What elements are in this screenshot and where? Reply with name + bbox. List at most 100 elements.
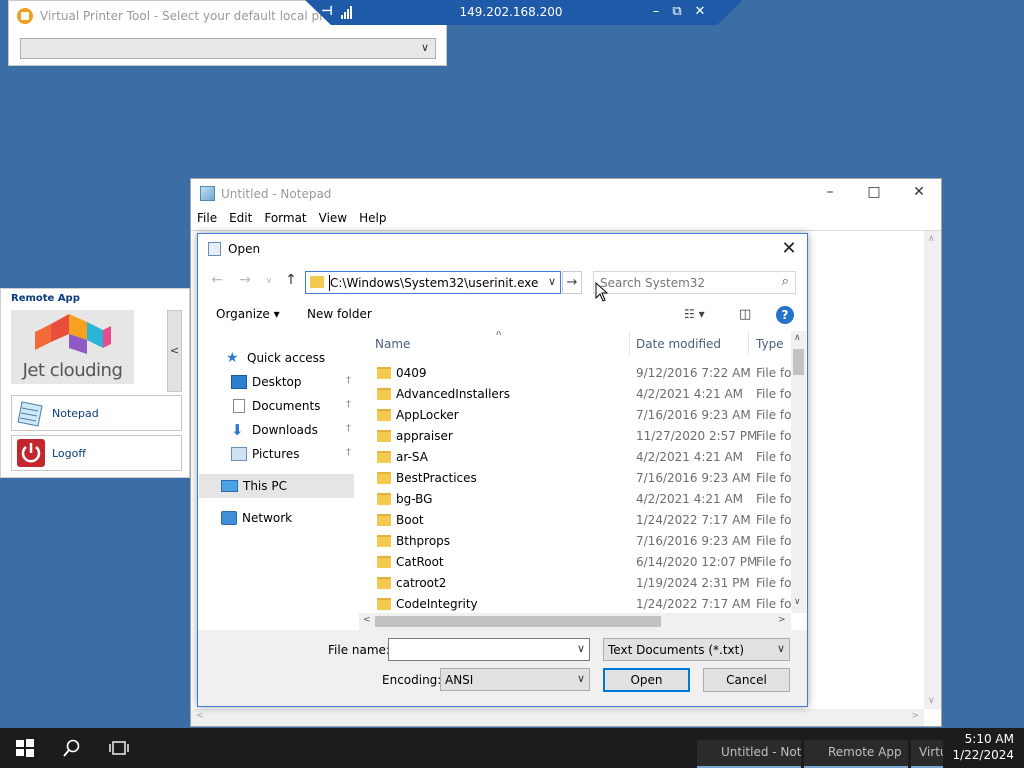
scroll-left-icon[interactable]: < (196, 711, 204, 721)
network-icon (221, 511, 237, 525)
new-folder-button[interactable]: New folder (307, 307, 372, 321)
dialog-icon (208, 242, 221, 256)
sidebar-item-desktop[interactable]: Desktop † (199, 370, 357, 394)
search-input[interactable] (600, 275, 770, 291)
scroll-up-icon[interactable]: ∧ (928, 234, 935, 244)
star-icon: ★ (226, 350, 239, 366)
file-name: 0409 (396, 366, 427, 380)
file-row[interactable]: ar-SA 4/2/2021 4:21 AM File fol (359, 447, 795, 468)
scroll-right-icon[interactable]: > (911, 711, 919, 721)
scroll-down-icon[interactable]: ∨ (928, 696, 935, 706)
scroll-thumb[interactable] (375, 616, 661, 627)
file-row[interactable]: catroot2 1/19/2024 2:31 PM File fol (359, 573, 795, 594)
address-bar[interactable]: C:\Windows\System32\userinit.exe ∨ (305, 271, 561, 294)
dialog-close-icon[interactable]: ✕ (779, 238, 799, 259)
cancel-button[interactable]: Cancel (703, 668, 790, 692)
file-row[interactable]: Boot 1/24/2022 7:17 AM File fol (359, 510, 795, 531)
sidebar-label: Quick access (247, 351, 326, 365)
search-box[interactable]: ⌕ (593, 271, 796, 294)
go-arrow-button[interactable]: → (562, 271, 582, 294)
file-type-select[interactable]: Text Documents (*.txt) ∨ (603, 638, 790, 661)
sidebar-item-this-pc[interactable]: This PC (199, 474, 354, 498)
encoding-select[interactable]: ANSI ∨ (440, 668, 590, 691)
notepad-vertical-scrollbar[interactable]: ∧ ∨ (924, 231, 941, 709)
file-row[interactable]: BestPractices 7/16/2016 9:23 AM File fol (359, 468, 795, 489)
chevron-down-icon: ∨ (576, 672, 585, 685)
file-row[interactable]: bg-BG 4/2/2021 4:21 AM File fol (359, 489, 795, 510)
windows-start-icon[interactable] (15, 738, 35, 758)
help-icon[interactable]: ? (776, 306, 794, 324)
close-icon[interactable]: ✕ (691, 3, 709, 21)
folder-icon (377, 472, 391, 484)
file-name-dropdown-icon[interactable]: ∨ (577, 642, 585, 655)
system-clock[interactable]: 5:10 AM 1/22/2024 (944, 731, 1014, 763)
sidebar-label: Downloads (252, 423, 318, 437)
notepad-app-button[interactable]: Notepad (11, 395, 182, 431)
menu-help[interactable]: Help (353, 209, 392, 229)
address-dropdown-icon[interactable]: ∨ (548, 275, 556, 288)
scroll-right-icon[interactable]: > (778, 615, 786, 625)
forward-arrow-icon[interactable]: → (236, 272, 254, 288)
menu-file[interactable]: File (191, 209, 223, 229)
logoff-app-button[interactable]: Logoff (11, 435, 182, 471)
scroll-down-icon[interactable]: ∨ (794, 597, 801, 607)
folder-icon (377, 598, 391, 610)
sidebar-item-pictures[interactable]: Pictures † (199, 442, 357, 466)
taskbar-item-virtual-printer[interactable]: Virtu (911, 740, 943, 768)
open-dialog-titlebar: Open ✕ (198, 234, 807, 264)
file-row[interactable]: Bthprops 7/16/2016 9:23 AM File fol (359, 531, 795, 552)
file-date: 11/27/2020 2:57 PM (636, 429, 758, 443)
open-button[interactable]: Open (603, 668, 690, 692)
menu-format[interactable]: Format (258, 209, 312, 229)
power-icon (17, 439, 45, 467)
printer-select[interactable]: ∨ (20, 38, 436, 59)
column-header-date-modified[interactable]: Date modified (636, 337, 721, 351)
file-row[interactable]: CodeIntegrity 1/24/2022 7:17 AM File fol (359, 594, 795, 613)
scroll-up-icon[interactable]: ∧ (794, 333, 801, 343)
file-row[interactable]: AppLocker 7/16/2016 9:23 AM File fol (359, 405, 795, 426)
scroll-thumb[interactable] (793, 349, 804, 375)
file-row[interactable]: AdvancedInstallers 4/2/2021 4:21 AM File f… (359, 384, 795, 405)
recent-locations-chevron-icon[interactable]: ∨ (260, 276, 278, 286)
column-header-type[interactable]: Type (756, 337, 784, 351)
notepad-minimize-icon[interactable]: – (815, 184, 845, 200)
task-view-icon[interactable] (109, 738, 129, 758)
scroll-left-icon[interactable]: < (363, 615, 371, 625)
taskbar-item-remote-app[interactable]: Remote App (804, 740, 908, 768)
up-arrow-icon[interactable]: ↑ (282, 272, 300, 288)
file-row[interactable]: appraiser 11/27/2020 2:57 PM File fol (359, 426, 795, 447)
minimize-icon[interactable]: – (647, 3, 665, 21)
collapse-panel-button[interactable]: < (167, 310, 182, 392)
column-separator[interactable] (629, 331, 630, 355)
column-separator[interactable] (748, 331, 749, 355)
sidebar-item-documents[interactable]: Documents † (199, 394, 357, 418)
notepad-close-icon[interactable]: ✕ (904, 184, 934, 200)
preview-pane-icon[interactable]: ◫ (739, 307, 751, 322)
view-options-icon[interactable]: ☷ ▾ (684, 307, 705, 321)
folder-icon (310, 276, 324, 288)
folder-icon (377, 451, 391, 463)
file-name-input[interactable] (393, 640, 563, 659)
column-header-name[interactable]: Name (375, 337, 410, 351)
notepad-maximize-icon[interactable]: □ (859, 184, 889, 200)
sidebar-item-network[interactable]: Network (199, 506, 357, 530)
file-name-combo[interactable]: ∨ (388, 638, 590, 661)
file-row[interactable]: 0409 9/12/2016 7:22 AM File fol (359, 363, 795, 384)
menu-view[interactable]: View (313, 209, 353, 229)
file-name: Bthprops (396, 534, 451, 548)
sidebar-item-quick-access[interactable]: ★ Quick access (199, 346, 357, 370)
file-type: File fol (756, 534, 795, 548)
menu-edit[interactable]: Edit (223, 209, 258, 229)
folder-icon (377, 577, 391, 589)
file-list-vertical-scrollbar[interactable]: ∧ ∨ (791, 331, 806, 613)
search-icon[interactable] (62, 738, 82, 758)
taskbar-item-notepad[interactable]: Untitled - Note (697, 740, 801, 768)
file-row[interactable]: CatRoot 6/14/2020 12:07 PM File fol (359, 552, 795, 573)
file-list-horizontal-scrollbar[interactable]: < > (359, 613, 791, 630)
remote-connection-bar: ⊣ 149.202.168.200 – ⧉ ✕ (305, 0, 743, 25)
back-arrow-icon[interactable]: ← (208, 272, 226, 288)
sidebar-item-downloads[interactable]: ⬇ Downloads † (199, 418, 357, 442)
restore-icon[interactable]: ⧉ (668, 3, 686, 21)
notepad-horizontal-scrollbar[interactable]: < > (191, 709, 924, 726)
organize-button[interactable]: Organize ▾ (216, 307, 280, 321)
